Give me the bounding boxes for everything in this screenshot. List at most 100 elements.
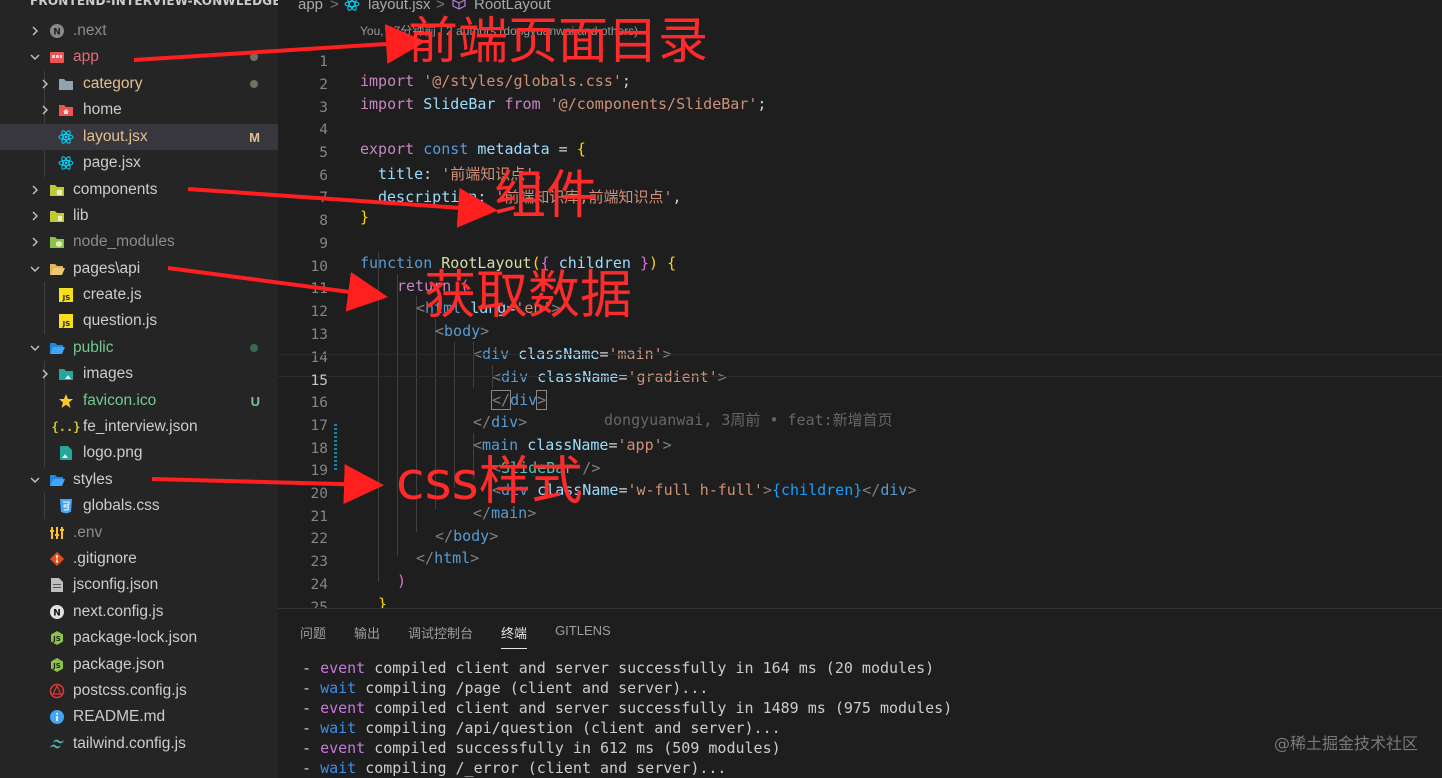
code-line: 10 return ( <box>278 241 1442 295</box>
nodejs-icon: JS <box>48 629 66 647</box>
code-line: 8 <box>278 195 1442 229</box>
tree-item-page-jsx[interactable]: page.jsx <box>0 150 278 176</box>
tree-item-label: page.jsx <box>83 154 141 171</box>
tree-item-public[interactable]: public <box>0 335 278 361</box>
untracked-dot <box>250 344 258 352</box>
tree-item-question-js[interactable]: JS question.js <box>0 308 278 334</box>
code-line: 6 description: '前端知识库,前端知识点', <box>278 150 1442 206</box>
tree-item-next[interactable]: N .next <box>0 18 278 44</box>
tree-item-label: fe_interview.json <box>83 418 198 435</box>
tab-terminal[interactable]: 终端 <box>501 623 528 649</box>
postcss-icon <box>48 682 66 700</box>
lib-folder-icon <box>48 207 66 225</box>
terminal-line: - event compiled client and server succe… <box>302 699 953 717</box>
tree-item-images[interactable]: images <box>0 361 278 387</box>
tree-item-home[interactable]: home <box>0 97 278 123</box>
explorer-root-title[interactable]: FRONTEND-INTERVIEW-KONWLEDGE <box>30 0 278 8</box>
annotation-fetch-data: 获取数据 <box>424 266 633 326</box>
tree-item-label: jsconfig.json <box>73 576 159 593</box>
tree-item-readme[interactable]: README.md <box>0 704 278 730</box>
images-folder-icon <box>57 365 75 383</box>
tree-item-layout-jsx[interactable]: layout.jsx M <box>0 124 278 150</box>
tree-item-label: images <box>83 365 133 382</box>
code-line: 16 </div> <box>278 377 1442 431</box>
tree-item-logo-png[interactable]: logo.png <box>0 440 278 466</box>
settings-sliders-icon <box>48 524 66 542</box>
code-line-current: 15 </div> dongyuanwai, 3周前 • feat:新增首页 <box>278 354 1442 429</box>
tree-item-label: tailwind.config.js <box>73 735 186 752</box>
info-icon <box>48 708 66 726</box>
tree-item-label: .gitignore <box>73 550 137 567</box>
tree-item-label: lib <box>73 207 89 224</box>
react-icon <box>57 128 75 146</box>
tree-item-app[interactable]: app <box>0 44 278 70</box>
app-folder-icon <box>48 48 66 66</box>
svg-text:N: N <box>53 609 61 619</box>
tree-item-pages-api[interactable]: pages\api <box>0 256 278 282</box>
home-folder-icon <box>57 101 75 119</box>
terminal-line: - event compiled successfully in 612 ms … <box>302 739 781 757</box>
chevron-down-icon <box>28 473 42 487</box>
code-line: 14 <div className='gradient'> <box>278 332 1442 386</box>
code-line: 17 <main className='app'> <box>278 400 1442 454</box>
tree-item-node-modules[interactable]: node_modules <box>0 229 278 255</box>
terminal-line: - wait compiling /_error (client and ser… <box>302 759 727 777</box>
chevron-right-icon <box>38 367 52 381</box>
code-line: 23 ) <box>278 536 1442 590</box>
chevron-right-icon <box>28 24 42 38</box>
bottom-panel: 问题 输出 调试控制台 终端 GITLENS - event compiled … <box>278 608 1442 778</box>
chevron-down-icon <box>28 341 42 355</box>
terminal-line: - wait compiling /page (client and serve… <box>302 679 709 697</box>
tree-item-env[interactable]: .env <box>0 520 278 546</box>
code-line: 7 } <box>278 172 1442 226</box>
code-line: 22 </html> <box>278 513 1442 567</box>
tab-debug-console[interactable]: 调试控制台 <box>408 623 473 649</box>
tree-item-globals-css[interactable]: globals.css <box>0 493 278 519</box>
folder-open-icon <box>48 260 66 278</box>
tree-item-create-js[interactable]: JS create.js <box>0 282 278 308</box>
annotation-page-directory: 前端页面目录 <box>408 12 708 70</box>
star-icon <box>57 392 75 410</box>
tree-item-category[interactable]: category <box>0 71 278 97</box>
tree-item-label: .env <box>73 524 103 541</box>
svg-text:N: N <box>53 28 61 38</box>
code-line: 25 <box>278 582 1442 616</box>
tree-item-components[interactable]: components <box>0 177 278 203</box>
terminal-line: - event compiled client and server succe… <box>302 659 935 677</box>
tree-item-package-lock[interactable]: JS package-lock.json <box>0 625 278 651</box>
code-line: 18 <SlideBar /> <box>278 423 1442 477</box>
tree-item-gitignore[interactable]: .gitignore <box>0 546 278 572</box>
git-icon <box>48 550 66 568</box>
modified-dot <box>250 80 258 88</box>
tree-item-label: question.js <box>83 312 158 329</box>
tree-item-label: node_modules <box>73 233 175 250</box>
react-icon <box>344 0 360 16</box>
tree-item-label: globals.css <box>83 497 160 514</box>
tab-problems[interactable]: 问题 <box>300 623 326 649</box>
tree-item-package-json[interactable]: JS package.json <box>0 652 278 678</box>
tab-gitlens[interactable]: GITLENS <box>555 623 611 649</box>
tree-item-jsconfig[interactable]: jsconfig.json <box>0 572 278 598</box>
tree-item-favicon[interactable]: favicon.ico U <box>0 388 278 414</box>
tree-item-postcss-config[interactable]: postcss.config.js <box>0 678 278 704</box>
tree-item-label: README.md <box>73 708 166 725</box>
tree-item-fe-interview-json[interactable]: {..} fe_interview.json <box>0 414 278 440</box>
breadcrumb-folder[interactable]: app <box>298 0 323 13</box>
json-icon: {..} <box>51 420 81 434</box>
tree-item-label: pages\api <box>73 260 141 277</box>
components-folder-icon <box>48 181 66 199</box>
tree-item-label: home <box>83 101 122 118</box>
javascript-icon: JS <box>57 286 75 304</box>
tree-item-tailwind-config[interactable]: tailwind.config.js <box>0 731 278 757</box>
tree-item-next-config[interactable]: N next.config.js <box>0 599 278 625</box>
tree-item-styles[interactable]: styles <box>0 467 278 493</box>
annotation-components: 组件 <box>494 166 599 226</box>
tree-item-label: package.json <box>73 656 165 673</box>
tree-item-lib[interactable]: lib <box>0 203 278 229</box>
git-status-badge: U <box>250 393 260 409</box>
svg-text:JS: JS <box>62 294 71 302</box>
annotation-css-styles: css样式 <box>396 452 583 512</box>
tab-output[interactable]: 输出 <box>354 623 380 649</box>
explorer-sidebar: FRONTEND-INTERVIEW-KONWLEDGE N .next app… <box>0 0 278 778</box>
chevron-down-icon <box>28 262 42 276</box>
